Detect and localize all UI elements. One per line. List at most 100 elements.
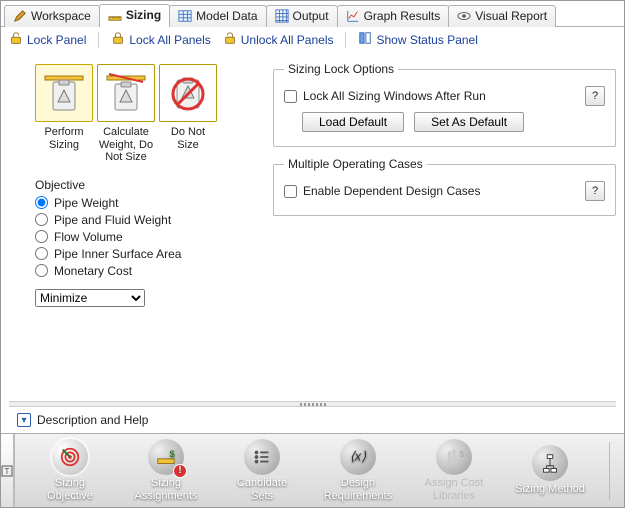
radio-input[interactable] bbox=[35, 264, 48, 277]
nav-circle: $! bbox=[148, 439, 184, 475]
lock-after-run-checkbox[interactable] bbox=[284, 90, 297, 103]
list-icon bbox=[251, 446, 273, 468]
ruler-icon bbox=[108, 8, 122, 22]
nav-separator bbox=[609, 442, 610, 500]
svg-text:$: $ bbox=[460, 450, 465, 459]
separator bbox=[98, 32, 99, 48]
nav-circle: ⟨x⟩ bbox=[340, 439, 376, 475]
nav-items: Sizing Objective $! Sizing Assignments C… bbox=[15, 434, 625, 507]
cmd-label: Lock All Panels bbox=[129, 33, 210, 47]
nav-circle bbox=[52, 439, 88, 475]
multiple-operating-cases-group: Multiple Operating Cases Enable Dependen… bbox=[273, 157, 616, 216]
enable-dependent-cases-checkbox[interactable] bbox=[284, 185, 297, 198]
nav-sizing-method[interactable]: Sizing Method bbox=[513, 445, 587, 496]
nav-assign-cost-libraries: $ Assign Cost Libraries bbox=[417, 439, 491, 502]
svg-text:$: $ bbox=[170, 449, 175, 459]
unlock-icon bbox=[223, 31, 237, 48]
radio-monetary-cost[interactable]: Monetary Cost bbox=[35, 264, 255, 278]
card-box bbox=[35, 64, 93, 122]
load-default-button[interactable]: Load Default bbox=[302, 112, 404, 132]
clipboard-noruler-icon bbox=[105, 72, 147, 114]
panel-toolbar: Lock Panel Lock All Panels Unlock All Pa… bbox=[1, 27, 624, 52]
flow-icon bbox=[539, 452, 561, 474]
nav-circle bbox=[244, 439, 280, 475]
tab-graph-results[interactable]: Graph Results bbox=[337, 5, 450, 27]
content-area: Perform Sizing Calculate Weight, Do Not … bbox=[1, 52, 624, 433]
objective-direction-select[interactable]: Minimize bbox=[35, 289, 145, 307]
set-as-default-button[interactable]: Set As Default bbox=[414, 112, 524, 132]
sizing-lock-group: Sizing Lock Options Lock All Sizing Wind… bbox=[273, 62, 616, 147]
unlock-icon bbox=[9, 31, 23, 48]
tab-visual-report[interactable]: Visual Report bbox=[448, 5, 556, 27]
radio-input[interactable] bbox=[35, 213, 48, 226]
nav-sizing-objective[interactable]: Sizing Objective bbox=[33, 439, 107, 502]
table-icon bbox=[178, 9, 192, 23]
show-status-panel-button[interactable]: Show Status Panel bbox=[358, 31, 477, 48]
nav-design-requirements[interactable]: ⟨x⟩ Design Requirements bbox=[321, 439, 395, 502]
help-button[interactable]: ? bbox=[585, 181, 605, 201]
books-dollar-icon: $ bbox=[443, 446, 465, 468]
help-title: Description and Help bbox=[37, 413, 148, 427]
radio-input[interactable] bbox=[35, 247, 48, 260]
group-legend: Multiple Operating Cases bbox=[284, 157, 427, 171]
nav-circle bbox=[532, 445, 568, 481]
radio-label: Monetary Cost bbox=[54, 264, 132, 278]
radio-pipe-weight[interactable]: Pipe Weight bbox=[35, 196, 255, 210]
radio-inner-surface[interactable]: Pipe Inner Surface Area bbox=[35, 247, 255, 261]
radio-flow-volume[interactable]: Flow Volume bbox=[35, 230, 255, 244]
tab-label: Workspace bbox=[31, 9, 91, 23]
nav-candidate-sets[interactable]: Candidate Sets bbox=[225, 439, 299, 502]
right-column: Sizing Lock Options Lock All Sizing Wind… bbox=[273, 56, 616, 307]
tab-sizing[interactable]: Sizing bbox=[99, 4, 170, 27]
nav-label: Assign Cost Libraries bbox=[417, 477, 491, 502]
tab-model-data[interactable]: Model Data bbox=[169, 5, 266, 27]
cmd-label: Show Status Panel bbox=[376, 33, 477, 47]
help-bar: ▾ Description and Help bbox=[9, 407, 616, 433]
tab-label: Model Data bbox=[196, 9, 257, 23]
card-do-not-size[interactable]: Do Not Size bbox=[159, 64, 217, 164]
status-icon bbox=[358, 31, 372, 48]
card-perform-sizing[interactable]: Perform Sizing bbox=[35, 64, 93, 164]
angle-brackets-icon: ⟨x⟩ bbox=[347, 446, 369, 468]
card-label: Do Not Size bbox=[159, 126, 217, 151]
main-tabstrip: Workspace Sizing Model Data Output Graph… bbox=[1, 1, 624, 27]
text-frame-icon: T bbox=[1, 465, 13, 477]
checkbox-label: Lock All Sizing Windows After Run bbox=[303, 89, 486, 103]
ruler-dollar-icon: $ bbox=[155, 446, 177, 468]
bottom-nav: T Sizing Objective $! Sizing Assignments… bbox=[1, 433, 624, 507]
svg-text:T: T bbox=[5, 467, 10, 476]
radio-input[interactable] bbox=[35, 196, 48, 209]
radio-pipe-fluid-weight[interactable]: Pipe and Fluid Weight bbox=[35, 213, 255, 227]
radio-label: Pipe Inner Surface Area bbox=[54, 247, 181, 261]
toggle-text-button[interactable]: T bbox=[1, 434, 14, 507]
nav-label: Sizing Method bbox=[515, 483, 585, 496]
cmd-label: Unlock All Panels bbox=[241, 33, 334, 47]
lock-icon bbox=[111, 31, 125, 48]
nav-label: Candidate Sets bbox=[225, 477, 299, 502]
tab-label: Sizing bbox=[126, 8, 161, 22]
lock-panel-button[interactable]: Lock Panel bbox=[9, 31, 86, 48]
card-box bbox=[97, 64, 155, 122]
card-label: Perform Sizing bbox=[35, 126, 93, 151]
radio-label: Pipe Weight bbox=[54, 196, 118, 210]
nav-sizing-assignments[interactable]: $! Sizing Assignments bbox=[129, 439, 203, 502]
separator bbox=[345, 32, 346, 48]
lock-all-panels-button[interactable]: Lock All Panels bbox=[111, 31, 210, 48]
grip-icon bbox=[300, 403, 326, 406]
cmd-label: Lock Panel bbox=[27, 33, 86, 47]
sizing-mode-cards: Perform Sizing Calculate Weight, Do Not … bbox=[9, 56, 255, 172]
radio-label: Flow Volume bbox=[54, 230, 123, 244]
cards-column: Perform Sizing Calculate Weight, Do Not … bbox=[9, 56, 255, 307]
tab-output[interactable]: Output bbox=[266, 5, 338, 27]
group-legend: Sizing Lock Options bbox=[284, 62, 398, 76]
expand-help-button[interactable]: ▾ bbox=[17, 413, 31, 427]
tab-workspace[interactable]: Workspace bbox=[4, 5, 100, 27]
help-button[interactable]: ? bbox=[585, 86, 605, 106]
card-calculate-weight[interactable]: Calculate Weight, Do Not Size bbox=[97, 64, 155, 164]
nav-circle: $ bbox=[436, 439, 472, 475]
tab-label: Graph Results bbox=[364, 9, 441, 23]
target-icon bbox=[59, 446, 81, 468]
clipboard-ruler-icon bbox=[43, 72, 85, 114]
unlock-all-panels-button[interactable]: Unlock All Panels bbox=[223, 31, 334, 48]
radio-input[interactable] bbox=[35, 230, 48, 243]
